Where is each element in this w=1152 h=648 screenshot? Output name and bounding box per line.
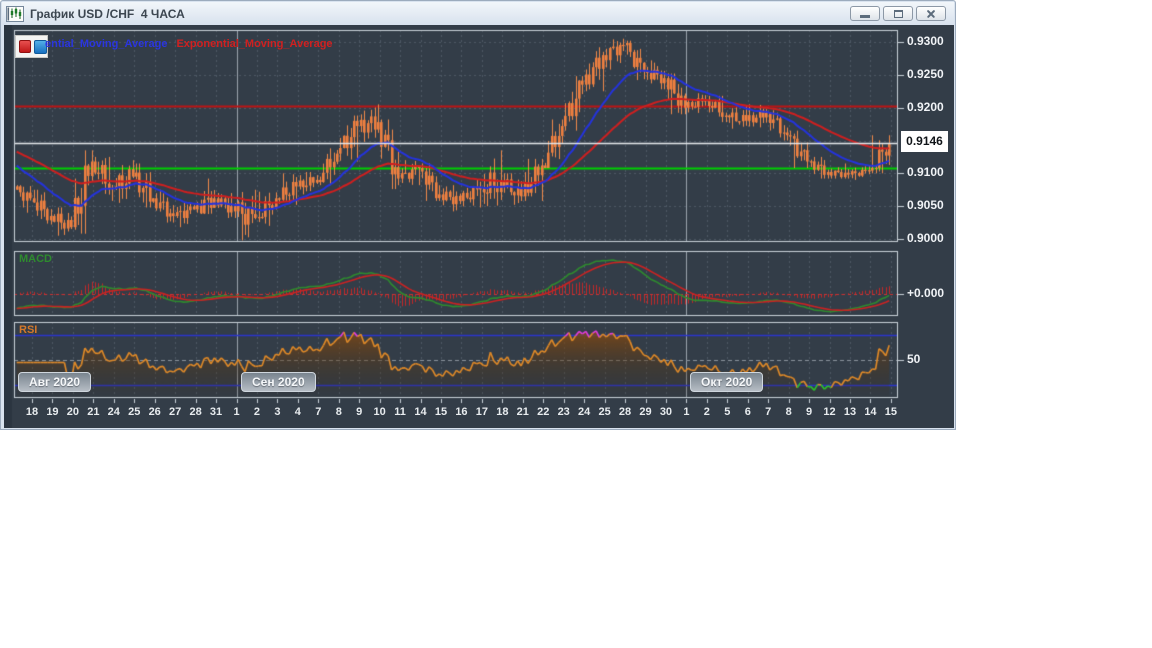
- time-axis-label: 28: [189, 406, 202, 418]
- time-axis-label: 28: [618, 406, 632, 418]
- time-axis-label: 2: [253, 406, 260, 418]
- time-axis-label: 22: [537, 406, 550, 418]
- macd-panel-label: MACD: [19, 253, 52, 265]
- price-axis-label: 0.9050: [907, 198, 944, 213]
- indicator-legend: ential_Moving_Average Exponential_Moving…: [45, 38, 333, 50]
- time-axis-label: 10: [373, 406, 386, 418]
- indicator-legend-buttons: [15, 35, 48, 58]
- restore-icon: [893, 9, 903, 18]
- time-axis-label: 13: [843, 406, 857, 418]
- time-axis-label: 27: [169, 406, 182, 418]
- time-axis-label: 2: [703, 406, 710, 418]
- ema-red-toggle[interactable]: [19, 40, 32, 53]
- time-axis-label: 9: [806, 406, 813, 418]
- time-axis-label: 7: [765, 406, 772, 418]
- time-axis-label: 18: [25, 406, 39, 418]
- price-axis-label: 0.9300: [907, 34, 944, 48]
- time-axis-label: 29: [639, 406, 652, 418]
- candlestick-chart-icon: [6, 5, 24, 22]
- time-axis-label: 24: [578, 406, 591, 418]
- time-axis-label: 12: [823, 406, 836, 418]
- time-axis-label: 25: [128, 406, 141, 418]
- desktop: График USD /CHF 4 ЧАСА ential_Moving_Ave…: [0, 0, 1152, 648]
- time-axis-label: 1: [683, 406, 690, 418]
- legend-slow-ma-label: Exponential_Moving_Average: [176, 38, 333, 50]
- legend-fast-ma-label: ential_Moving_Average: [45, 38, 168, 50]
- time-axis-label: 9: [356, 406, 363, 418]
- price-axis-label: 0.9250: [907, 66, 944, 81]
- time-axis-label: 14: [414, 406, 427, 418]
- time-axis-label: 23: [557, 406, 570, 418]
- time-axis-label: 17: [475, 406, 489, 418]
- time-axis-label: 11: [394, 406, 406, 418]
- time-axis-label: 24: [107, 406, 120, 418]
- time-axis-label: 3: [274, 406, 281, 418]
- time-axis-label: 8: [785, 406, 792, 418]
- titlebar[interactable]: График USD /CHF 4 ЧАСА: [2, 2, 954, 25]
- time-axis-label: 18: [496, 406, 509, 418]
- price-axis-label: 0.9000: [907, 231, 944, 245]
- time-axis-label: 21: [516, 406, 529, 418]
- month-button[interactable]: Авг 2020: [18, 372, 92, 392]
- time-axis-label: 4: [294, 406, 301, 418]
- time-axis-label: 31: [209, 406, 223, 418]
- time-axis-label: 26: [148, 406, 161, 418]
- chart-window: График USD /CHF 4 ЧАСА ential_Moving_Ave…: [0, 0, 956, 430]
- time-axis-label: 1: [233, 406, 240, 418]
- time-axis-label: 21: [87, 406, 100, 418]
- time-axis-label: 14: [864, 406, 877, 418]
- time-axis-label: 15: [884, 406, 898, 418]
- current-price-tag: 0.9146: [901, 131, 948, 152]
- time-axis-label: 8: [335, 406, 342, 418]
- rsi-panel-label: RSI: [19, 324, 38, 336]
- time-axis-label: 30: [659, 406, 673, 418]
- price-axis-label: 0.9100: [907, 165, 944, 180]
- time-axis-label: 7: [315, 406, 322, 418]
- time-axis-label: 5: [724, 406, 731, 418]
- month-button[interactable]: Окт 2020: [690, 372, 764, 392]
- time-axis-label: 16: [455, 406, 468, 418]
- close-icon: [926, 9, 936, 19]
- rsi-mid-label: 50: [907, 352, 921, 366]
- time-axis-label: 15: [434, 406, 448, 418]
- time-axis-label: 19: [46, 406, 59, 418]
- macd-zero-label: +0.000: [907, 286, 945, 300]
- chart-client-area: ential_Moving_Average Exponential_Moving…: [4, 25, 954, 428]
- price-chart-canvas[interactable]: [4, 25, 954, 428]
- time-axis-label: 25: [598, 406, 611, 418]
- window-title: График USD /CHF 4 ЧАСА: [30, 6, 185, 21]
- restore-button[interactable]: [883, 6, 913, 21]
- window-controls: [850, 6, 950, 21]
- price-axis-label: 0.9200: [907, 99, 944, 114]
- minimize-button[interactable]: [850, 6, 880, 21]
- time-axis-label: 6: [744, 406, 751, 418]
- time-axis-label: 20: [66, 406, 80, 418]
- close-button[interactable]: [916, 6, 946, 21]
- minimize-icon: [860, 14, 870, 18]
- month-button[interactable]: Сен 2020: [241, 372, 316, 392]
